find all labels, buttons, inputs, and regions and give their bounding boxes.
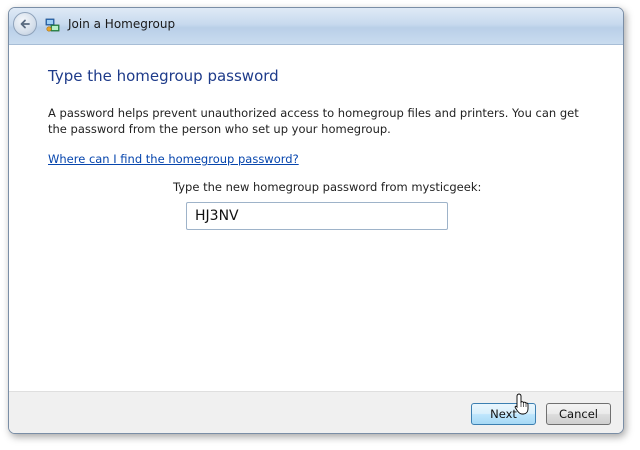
- description-text: A password helps prevent unauthorized ac…: [48, 106, 579, 136]
- cancel-button[interactable]: Cancel: [546, 403, 611, 425]
- page-heading: Type the homegroup password: [48, 67, 279, 85]
- back-arrow-icon: [20, 19, 30, 29]
- button-bar: Next Cancel: [9, 391, 623, 433]
- wizard-content: Type the homegroup password A password h…: [9, 45, 623, 391]
- join-homegroup-window: Join a Homegroup Type the homegroup pass…: [8, 7, 624, 434]
- password-input[interactable]: [186, 202, 448, 230]
- back-button[interactable]: [13, 12, 37, 36]
- password-help-link[interactable]: Where can I find the homegroup password?: [48, 152, 299, 166]
- window-title: Join a Homegroup: [68, 17, 176, 31]
- password-prompt-label: Type the new homegroup password from mys…: [173, 180, 482, 194]
- title-bar: Join a Homegroup: [9, 8, 623, 45]
- mouse-pointer-icon: [514, 393, 529, 415]
- homegroup-icon: [45, 18, 60, 32]
